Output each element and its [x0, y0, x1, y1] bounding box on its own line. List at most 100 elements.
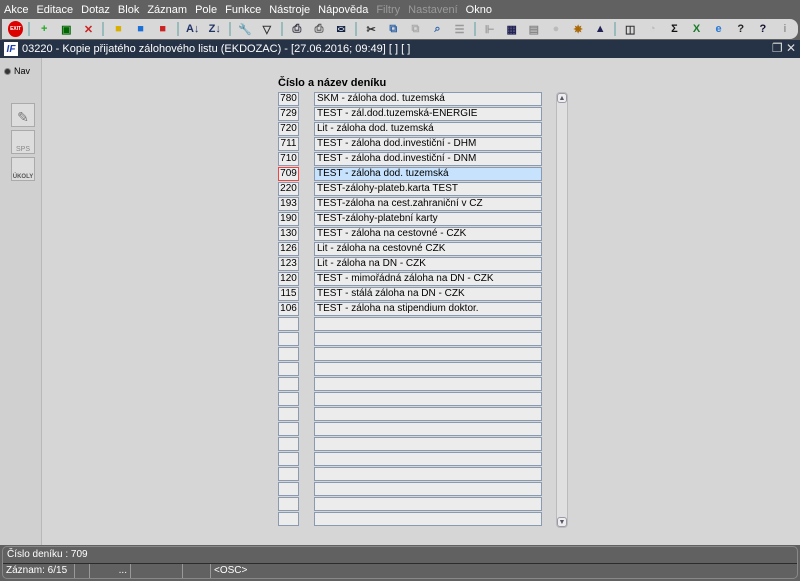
- copy-icon[interactable]: ⧉: [384, 21, 402, 37]
- menu-záznam[interactable]: Záznam: [147, 4, 187, 16]
- sort-asc-icon[interactable]: A↓: [184, 21, 202, 37]
- scrollbar[interactable]: ▲ ▼: [556, 92, 568, 528]
- journal-number-field[interactable]: 711: [278, 137, 299, 151]
- journal-name-field[interactable]: [314, 332, 542, 346]
- journal-name-field[interactable]: [314, 422, 542, 436]
- journal-name-field[interactable]: [314, 407, 542, 421]
- journal-number-field[interactable]: 729: [278, 107, 299, 121]
- journal-name-field[interactable]: Lit - záloha na cestovné CZK: [314, 242, 542, 256]
- journal-number-field[interactable]: [278, 497, 299, 511]
- list-icon[interactable]: ☰: [451, 21, 469, 37]
- journal-name-field[interactable]: TEST - mimořádná záloha na DN - CZK: [314, 272, 542, 286]
- menu-pole[interactable]: Pole: [195, 4, 217, 16]
- search-icon[interactable]: ⌕: [428, 21, 446, 37]
- journal-number-field[interactable]: [278, 347, 299, 361]
- journal-number-field[interactable]: 123: [278, 257, 299, 271]
- restore-icon[interactable]: ❐: [772, 41, 783, 55]
- journal-name-field[interactable]: TEST - záloha dod.investiční - DNM: [314, 152, 542, 166]
- journal-name-field[interactable]: [314, 362, 542, 376]
- journal-name-field[interactable]: TEST - záloha na stipendium doktor.: [314, 302, 542, 316]
- help-topic-icon[interactable]: ?: [754, 21, 772, 37]
- menu-filtry[interactable]: Filtry: [376, 4, 400, 16]
- menu-nástroje[interactable]: Nástroje: [269, 4, 310, 16]
- journal-name-field[interactable]: [314, 317, 542, 331]
- filter-icon[interactable]: ▽: [258, 21, 276, 37]
- journal-number-field[interactable]: 190: [278, 212, 299, 226]
- journal-name-field[interactable]: TEST - zál.dod.tuzemská-ENERGIE: [314, 107, 542, 121]
- menu-akce[interactable]: Akce: [4, 4, 28, 16]
- journal-number-field[interactable]: 780: [278, 92, 299, 106]
- journal-name-field[interactable]: TEST - stálá záloha na DN - CZK: [314, 287, 542, 301]
- ukoly-button[interactable]: ÚKOLY: [11, 157, 35, 181]
- journal-name-field[interactable]: [314, 347, 542, 361]
- journal-number-field[interactable]: 130: [278, 227, 299, 241]
- info-icon[interactable]: i: [776, 21, 794, 37]
- journal-number-field[interactable]: [278, 452, 299, 466]
- wheel-icon[interactable]: ✵: [569, 21, 587, 37]
- print-icon[interactable]: ⎙: [288, 21, 306, 37]
- scroll-down-icon[interactable]: ▼: [557, 517, 567, 527]
- menu-okno[interactable]: Okno: [466, 4, 492, 16]
- help-icon[interactable]: ?: [732, 21, 750, 37]
- menu-blok[interactable]: Blok: [118, 4, 139, 16]
- journal-number-field[interactable]: [278, 482, 299, 496]
- close-icon[interactable]: ✕: [786, 41, 796, 55]
- menu-dotaz[interactable]: Dotaz: [81, 4, 110, 16]
- delete-record-icon[interactable]: ✕: [79, 21, 97, 37]
- journal-number-field[interactable]: [278, 377, 299, 391]
- document-icon[interactable]: ▤: [525, 21, 543, 37]
- journal-name-field[interactable]: [314, 497, 542, 511]
- menu-funkce[interactable]: Funkce: [225, 4, 261, 16]
- journal-number-field[interactable]: 720: [278, 122, 299, 136]
- sort-desc-icon[interactable]: Z↓: [206, 21, 224, 37]
- journal-number-field[interactable]: 709: [278, 167, 299, 181]
- excel-icon[interactable]: X: [687, 21, 705, 37]
- journal-number-field[interactable]: 115: [278, 287, 299, 301]
- paste-icon[interactable]: ⧉: [406, 21, 424, 37]
- save-record-icon[interactable]: ▣: [57, 21, 75, 37]
- sum-icon[interactable]: Σ: [665, 21, 683, 37]
- journal-number-field[interactable]: [278, 467, 299, 481]
- journal-number-field[interactable]: 126: [278, 242, 299, 256]
- menu-editace[interactable]: Editace: [36, 4, 73, 16]
- journal-number-field[interactable]: [278, 407, 299, 421]
- journal-name-field[interactable]: Lit - záloha dod. tuzemská: [314, 122, 542, 136]
- journal-number-field[interactable]: 220: [278, 182, 299, 196]
- journal-name-field[interactable]: [314, 452, 542, 466]
- chart-icon[interactable]: ◫: [621, 21, 639, 37]
- lock-blue-icon[interactable]: ■: [132, 21, 150, 37]
- journal-name-field[interactable]: TEST - záloha dod.investiční - DHM: [314, 137, 542, 151]
- journal-number-field[interactable]: 120: [278, 272, 299, 286]
- journal-name-field[interactable]: TEST-záloha na cest.zahraniční v CZ: [314, 197, 542, 211]
- journal-name-field[interactable]: [314, 437, 542, 451]
- journal-name-field[interactable]: Lit - záloha na DN - CZK: [314, 257, 542, 271]
- triangle-icon[interactable]: ▲: [591, 21, 609, 37]
- journal-number-field[interactable]: [278, 512, 299, 526]
- journal-number-field[interactable]: [278, 317, 299, 331]
- journal-number-field[interactable]: 106: [278, 302, 299, 316]
- ie-icon[interactable]: e: [710, 21, 728, 37]
- journal-number-field[interactable]: 710: [278, 152, 299, 166]
- nav-radio[interactable]: Nav: [4, 66, 30, 76]
- edit-tool-button[interactable]: ✎: [11, 103, 35, 127]
- journal-name-field[interactable]: TEST-zálohy-plateb.karta TEST: [314, 182, 542, 196]
- calendar-icon[interactable]: ▦: [503, 21, 521, 37]
- journal-number-field[interactable]: [278, 392, 299, 406]
- lock-yellow-icon[interactable]: ■: [109, 21, 127, 37]
- journal-name-field[interactable]: [314, 377, 542, 391]
- new-record-icon[interactable]: +: [35, 21, 53, 37]
- journal-number-field[interactable]: 193: [278, 197, 299, 211]
- globe-icon[interactable]: ●: [547, 21, 565, 37]
- journal-name-field[interactable]: SKM - záloha dod. tuzemská: [314, 92, 542, 106]
- journal-name-field[interactable]: TEST - záloha na cestovné - CZK: [314, 227, 542, 241]
- journal-number-field[interactable]: [278, 332, 299, 346]
- lock-red-icon[interactable]: ■: [154, 21, 172, 37]
- sps-button[interactable]: SPS: [11, 130, 35, 154]
- journal-number-field[interactable]: [278, 422, 299, 436]
- journal-number-field[interactable]: [278, 362, 299, 376]
- menu-nastavení[interactable]: Nastavení: [408, 4, 458, 16]
- exit-icon[interactable]: EXIT: [8, 21, 24, 37]
- cut-icon[interactable]: ✂: [362, 21, 380, 37]
- journal-name-field[interactable]: [314, 392, 542, 406]
- journal-name-field[interactable]: TEST-zálohy-platební karty: [314, 212, 542, 226]
